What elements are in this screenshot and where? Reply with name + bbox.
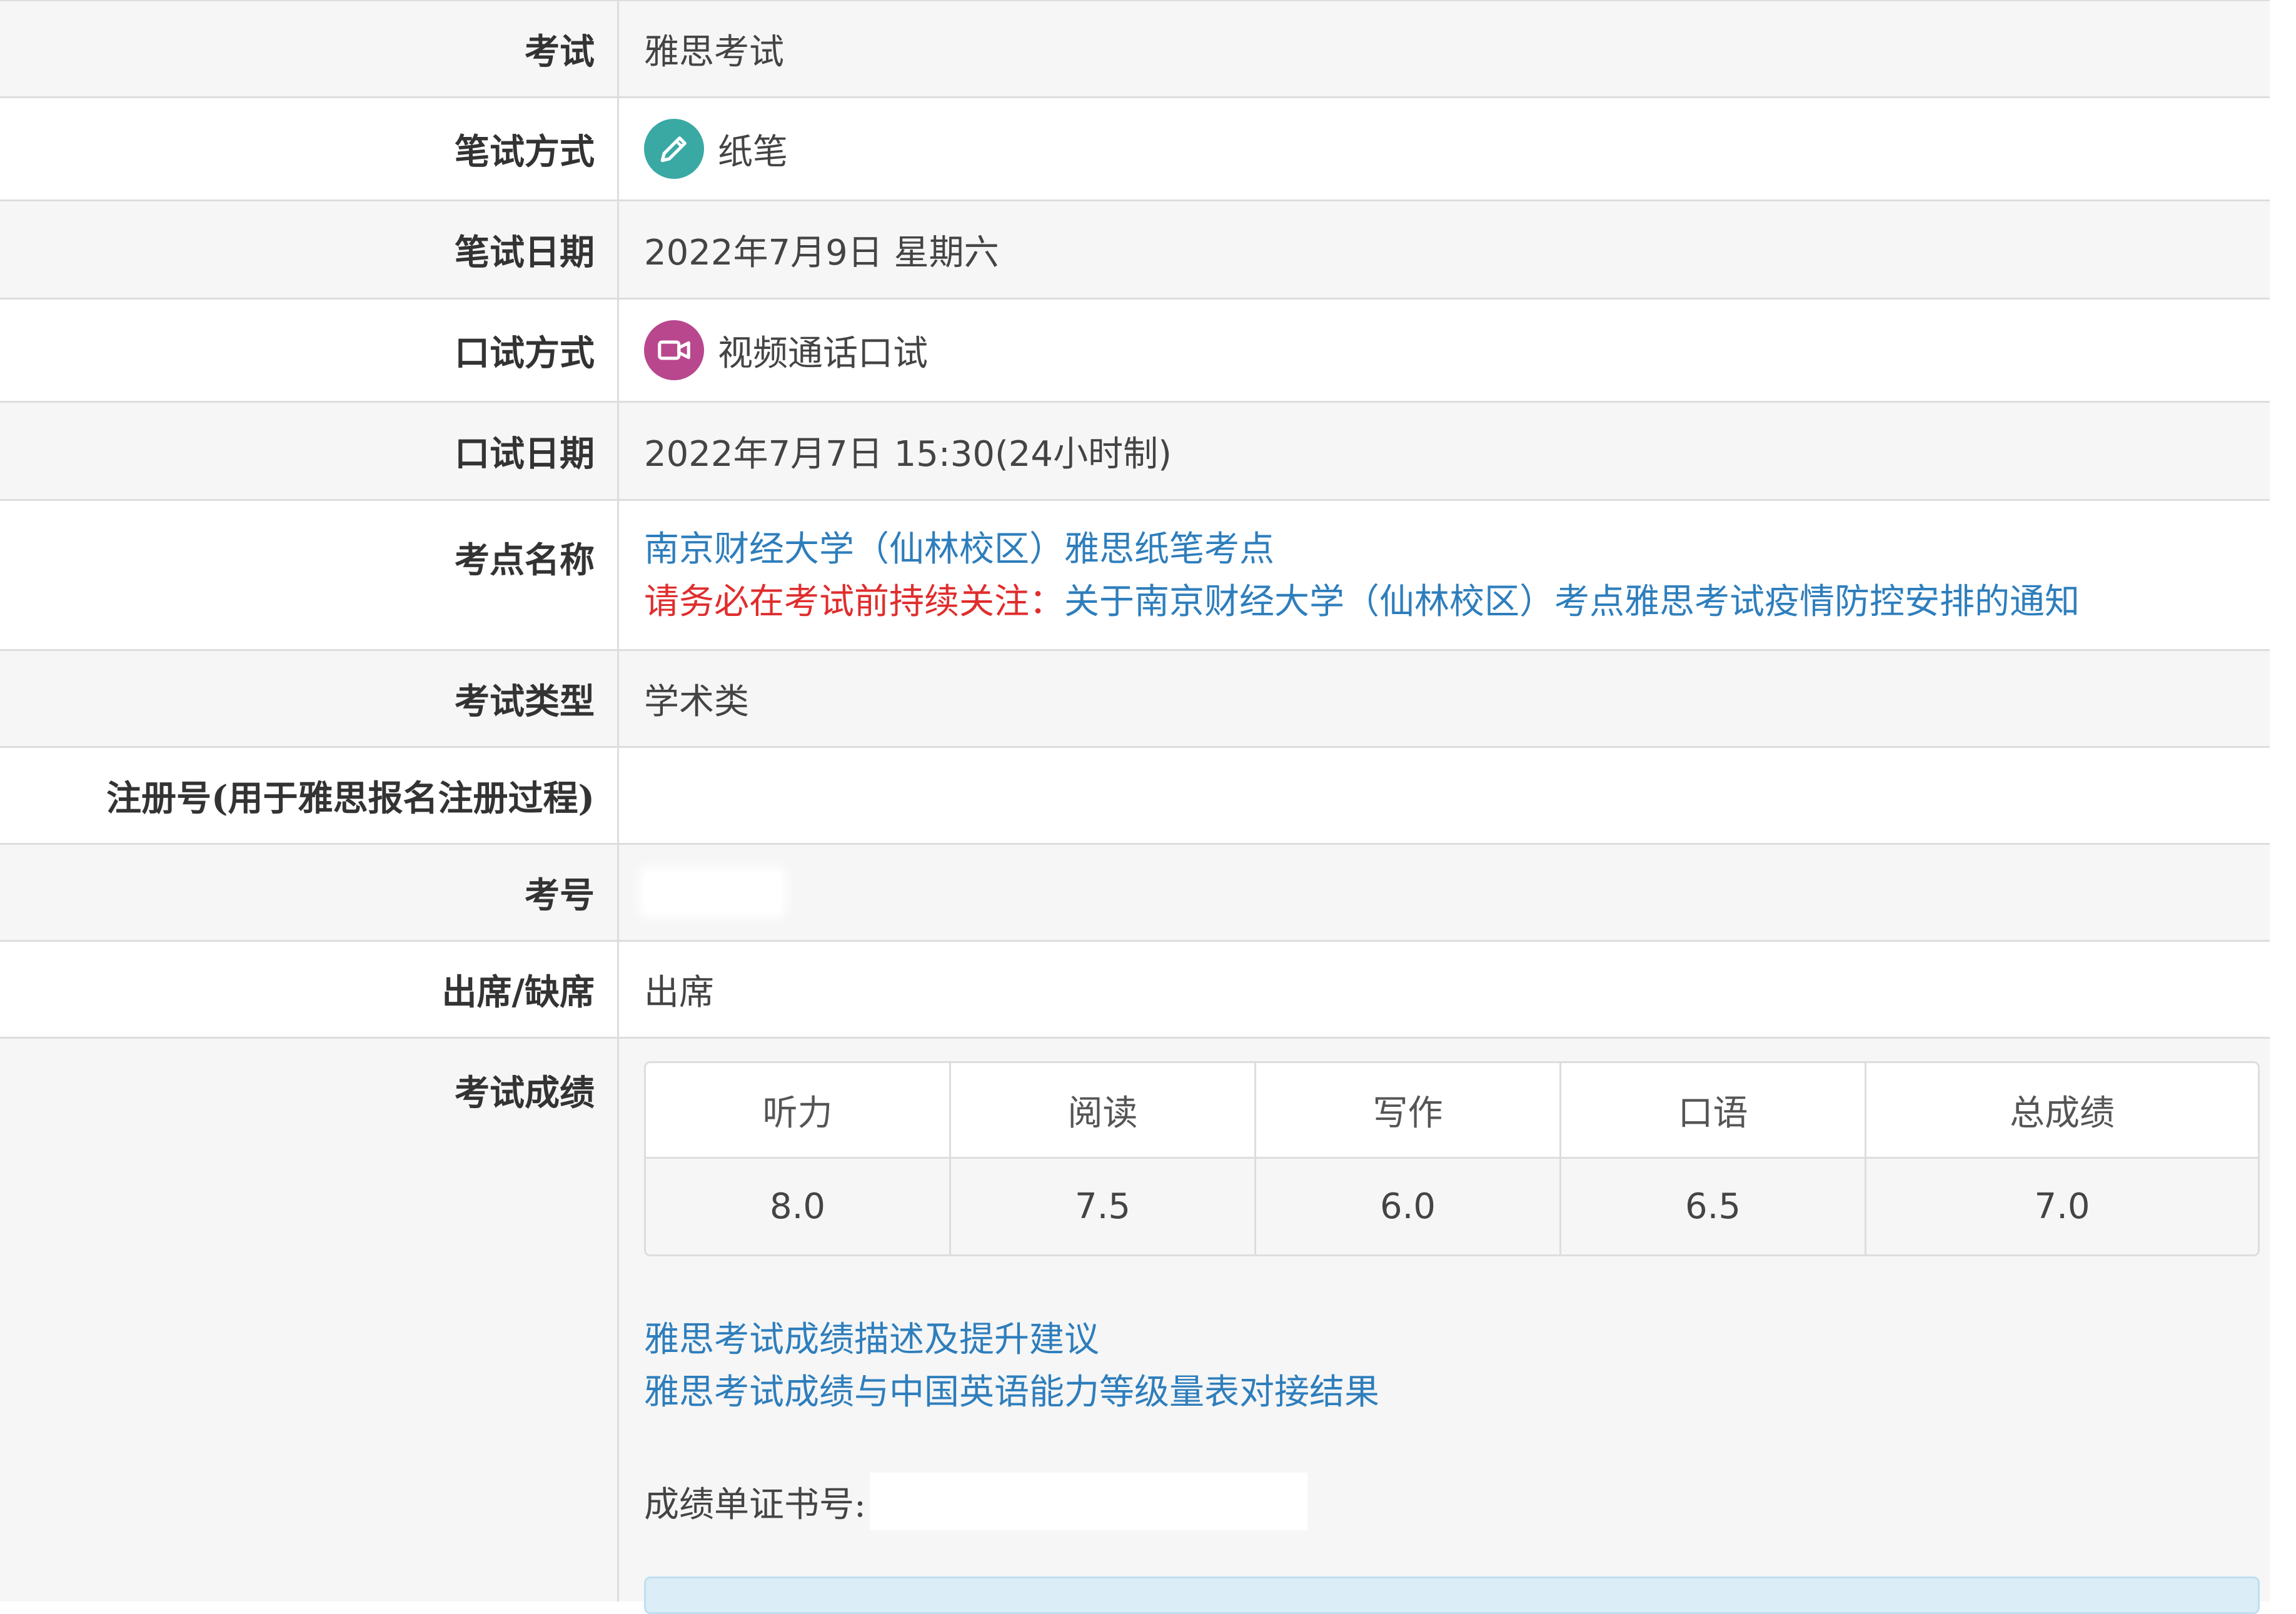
certificate-number-redacted <box>869 1473 1307 1530</box>
attendance-label: 出席/缺席 <box>0 942 619 1037</box>
registration-no-value <box>619 748 2270 843</box>
written-mode-label: 笔试方式 <box>0 98 619 199</box>
row-results: 考试成绩 听力 阅读 写作 口语 总成绩 8.0 7.5 6.0 6.5 7.0 <box>0 1039 2270 1614</box>
written-mode-value-cell: 纸笔 <box>619 98 2270 199</box>
score-header-overall: 总成绩 <box>2010 1092 2115 1134</box>
exam-label: 考试 <box>0 1 619 96</box>
written-date-label: 笔试日期 <box>0 201 619 298</box>
certificate-label: 成绩单证书号: <box>644 1484 866 1525</box>
exam-details-table: 考试 雅思考试 笔试方式 纸笔 笔试日期 2022年7月9日 星期六 口试方式 <box>0 0 2270 1614</box>
candidate-no-redacted <box>644 872 782 913</box>
score-overall: 7.0 <box>2034 1186 2090 1227</box>
row-exam: 考试 雅思考试 <box>0 1 2270 98</box>
score-header-listening: 听力 <box>646 1063 951 1157</box>
score-value-row: 8.0 7.5 6.0 6.5 7.0 <box>646 1159 2258 1254</box>
venue-notice-link[interactable]: 关于南京财经大学（仙林校区）考点雅思考试疫情防控安排的通知 <box>1064 582 2080 622</box>
row-registration-no: 注册号(用于雅思报名注册过程) <box>0 748 2270 845</box>
speaking-date-value: 2022年7月7日 15:30(24小时制) <box>644 433 1172 475</box>
results-value-cell: 听力 阅读 写作 口语 总成绩 8.0 7.5 6.0 6.5 7.0 雅思考试… <box>619 1039 2270 1614</box>
speaking-mode-value: 视频通话口试 <box>718 333 928 374</box>
speaking-mode-value-cell: 视频通话口试 <box>619 300 2270 401</box>
written-mode-value: 纸笔 <box>718 131 788 173</box>
exam-type-label: 考试类型 <box>0 651 619 746</box>
candidate-no-value-cell <box>619 845 2270 940</box>
row-venue: 考点名称 南京财经大学（仙林校区）雅思纸笔考点 请务必在考试前持续关注：关于南京… <box>0 501 2270 651</box>
venue-notice-prefix: 请务必在考试前持续关注： <box>644 582 1064 622</box>
score-header-speaking: 口语 <box>1561 1063 1866 1157</box>
row-written-mode: 笔试方式 纸笔 <box>0 98 2270 201</box>
video-camera-icon <box>644 320 704 380</box>
venue-value-cell: 南京财经大学（仙林校区）雅思纸笔考点 请务必在考试前持续关注：关于南京财经大学（… <box>619 501 2270 649</box>
exam-value: 雅思考试 <box>644 31 784 73</box>
written-date-value: 2022年7月9日 星期六 <box>644 232 999 273</box>
score-writing: 6.0 <box>1256 1159 1561 1254</box>
row-candidate-no: 考号 <box>0 845 2270 942</box>
speaking-date-label: 口试日期 <box>0 403 619 499</box>
speaking-mode-label: 口试方式 <box>0 300 619 401</box>
pencil-icon <box>644 119 704 179</box>
venue-name-link[interactable]: 南京财经大学（仙林校区）雅思纸笔考点 <box>644 529 1274 570</box>
score-header-reading: 阅读 <box>951 1063 1256 1157</box>
row-attendance: 出席/缺席 出席 <box>0 942 2270 1039</box>
score-header-row: 听力 阅读 写作 口语 总成绩 <box>646 1063 2258 1159</box>
row-exam-type: 考试类型 学术类 <box>0 651 2270 748</box>
score-reading: 7.5 <box>951 1159 1256 1254</box>
venue-label: 考点名称 <box>0 501 619 649</box>
score-header-writing: 写作 <box>1256 1063 1561 1157</box>
attendance-value: 出席 <box>644 972 714 1013</box>
row-speaking-mode: 口试方式 视频通话口试 <box>0 300 2270 403</box>
row-speaking-date: 口试日期 2022年7月7日 15:30(24小时制) <box>0 403 2270 501</box>
row-written-date: 笔试日期 2022年7月9日 星期六 <box>0 201 2270 300</box>
score-table: 听力 阅读 写作 口语 总成绩 8.0 7.5 6.0 6.5 7.0 <box>644 1061 2260 1256</box>
info-panel <box>644 1576 2260 1614</box>
certificate-line: 成绩单证书号: <box>644 1470 2270 1533</box>
score-speaking: 6.5 <box>1561 1159 1866 1254</box>
candidate-no-label: 考号 <box>0 845 619 940</box>
results-label: 考试成绩 <box>0 1039 619 1601</box>
result-links: 雅思考试成绩描述及提升建议 雅思考试成绩与中国英语能力等级量表对接结果 <box>644 1314 2270 1419</box>
score-listening: 8.0 <box>646 1159 951 1254</box>
registration-no-label: 注册号(用于雅思报名注册过程) <box>0 748 619 843</box>
score-description-link[interactable]: 雅思考试成绩描述及提升建议 <box>644 1319 1099 1360</box>
exam-type-value: 学术类 <box>644 681 749 722</box>
cse-alignment-link[interactable]: 雅思考试成绩与中国英语能力等级量表对接结果 <box>644 1372 1379 1413</box>
